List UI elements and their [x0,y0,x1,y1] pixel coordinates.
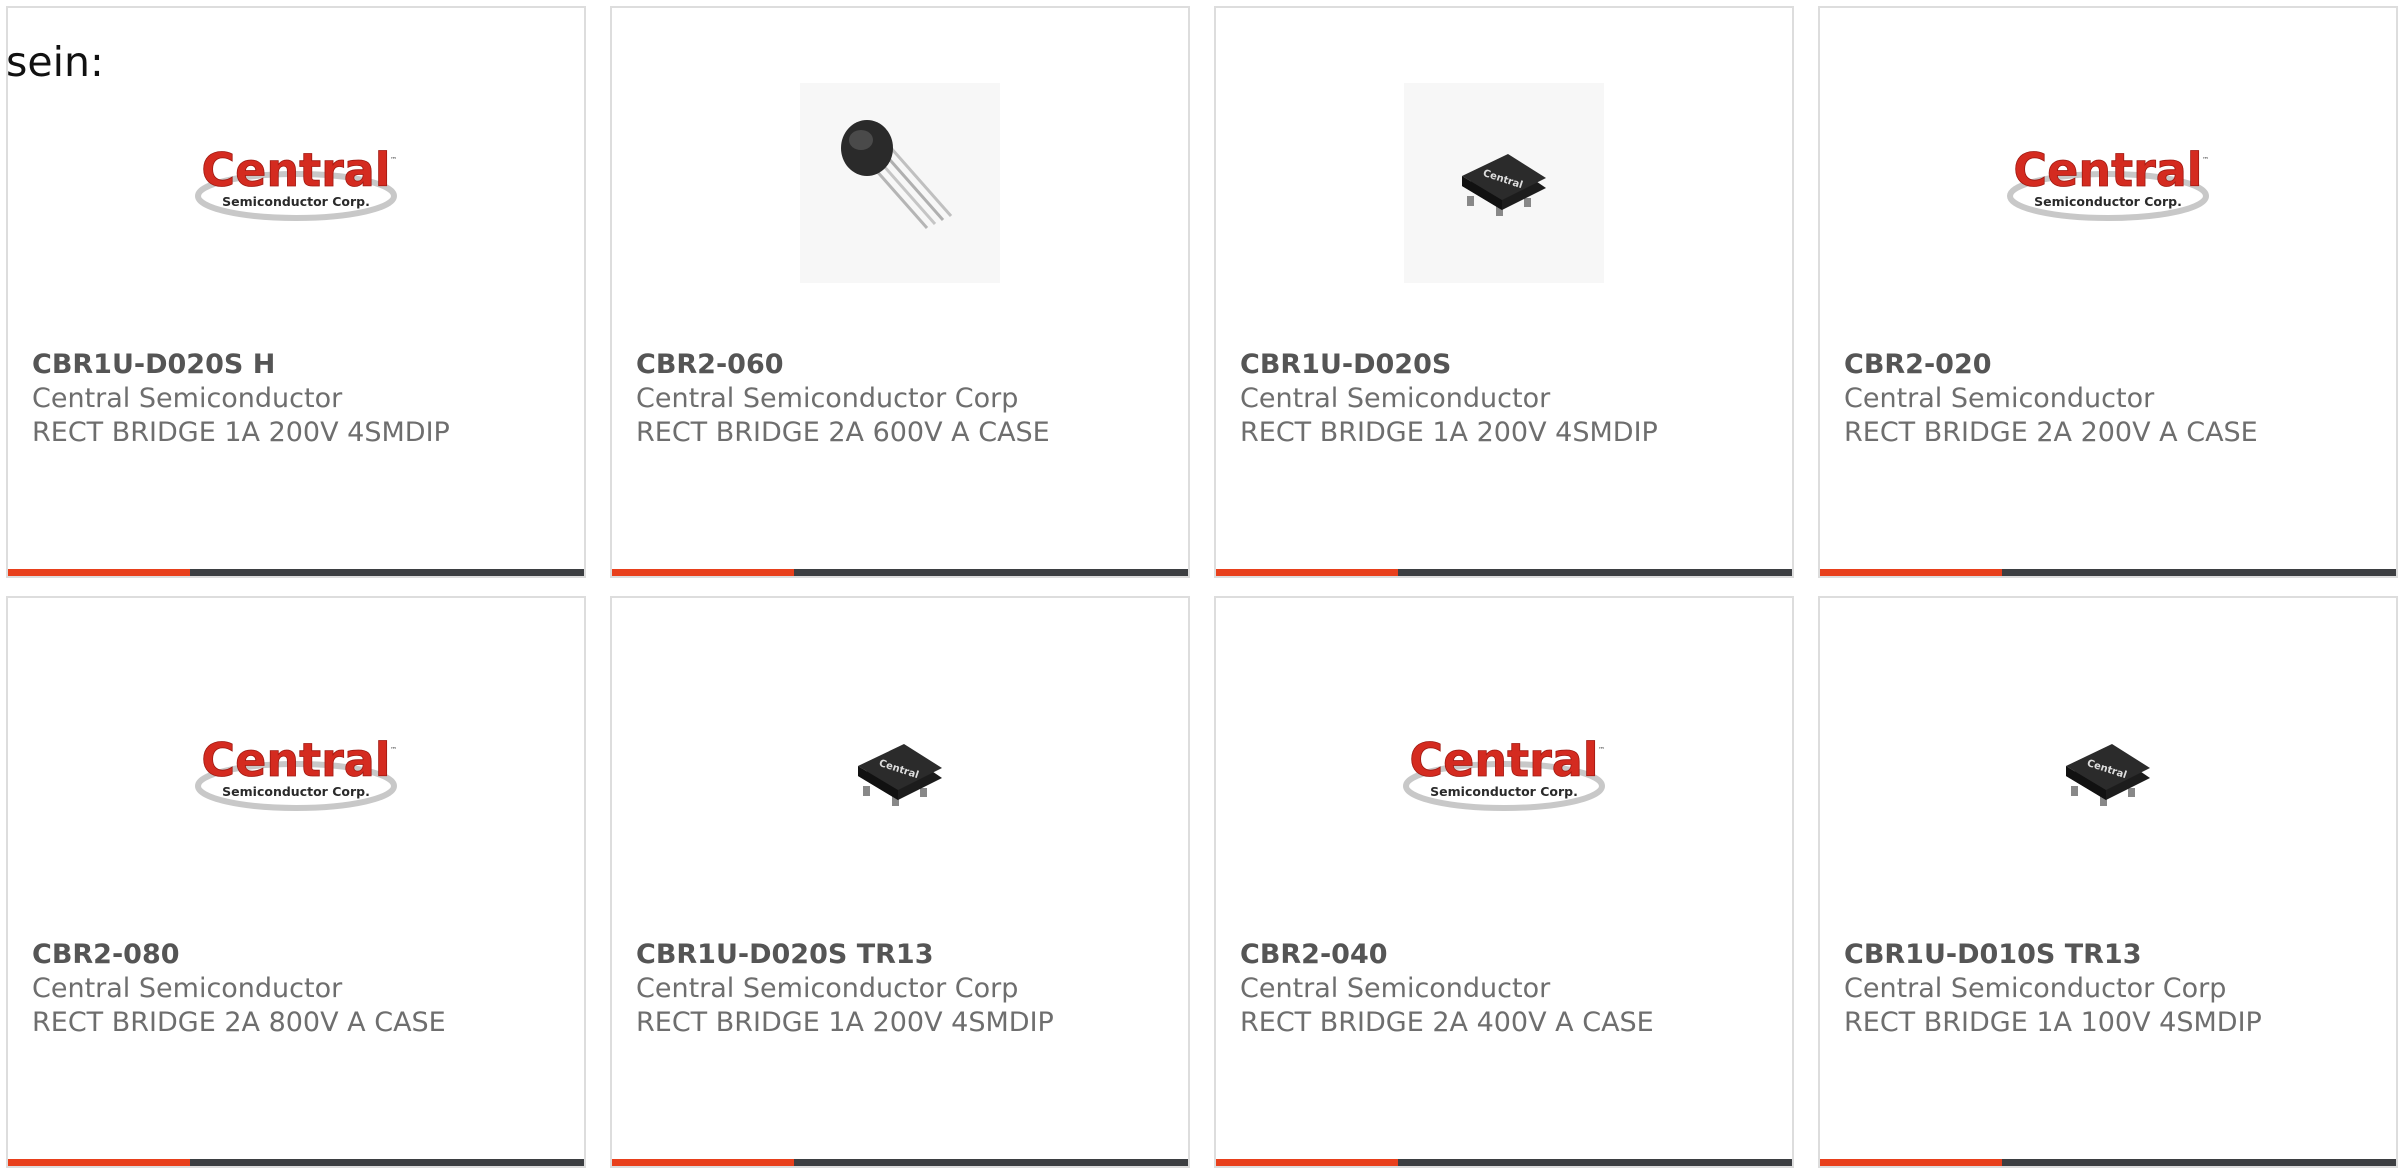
card-bottom-bar [1216,569,1792,576]
card-accent-bar [1820,1159,2002,1166]
product-card[interactable]: Central CBR1U-D020S Central Semiconducto… [1214,6,1794,578]
description: RECT BRIDGE 1A 200V 4SMDIP [636,1007,1054,1038]
manufacturer: Central Semiconductor [32,383,343,414]
svg-text:Central: Central [201,733,390,787]
svg-text:™: ™ [390,156,397,164]
card-accent-bar [1216,569,1398,576]
manufacturer: Central Semiconductor [1240,973,1551,1004]
round-case-component-icon [800,83,1000,283]
svg-text:™: ™ [1598,746,1605,754]
product-card[interactable]: Central Semiconductor Corp. ™ CBR2-040 C… [1214,596,1794,1168]
product-card[interactable]: Central CBR1U-D020S TR13 Central Semicon… [610,596,1190,1168]
manufacturer: Central Semiconductor Corp [636,383,1019,414]
part-number[interactable]: CBR1U-D010S TR13 [1844,938,2384,972]
product-image: Central [612,668,1188,878]
description: RECT BRIDGE 1A 100V 4SMDIP [1844,1007,2262,1038]
smd-component-icon: Central [858,744,942,806]
manufacturer: Central Semiconductor [32,973,343,1004]
svg-text:Central: Central [2013,143,2202,197]
product-card[interactable]: CBR2-060 Central Semiconductor Corp RECT… [610,6,1190,578]
part-number[interactable]: CBR2-080 [32,938,572,972]
card-bottom-bar [1820,1159,2396,1166]
card-bottom-bar [8,1159,584,1166]
svg-text:Semiconductor Corp.: Semiconductor Corp. [1430,784,1578,799]
description: RECT BRIDGE 2A 200V A CASE [1844,417,2258,448]
central-logo-icon: Central Semiconductor Corp. ™ [1403,733,1605,811]
product-grid: Central Semiconductor Corp. ™ CBR1U-D020… [6,6,2400,1168]
central-logo-icon: Central Semiconductor Corp. ™ [2007,143,2209,221]
product-image: Central Semiconductor Corp. ™ [1820,78,2396,288]
part-number[interactable]: CBR2-060 [636,348,1176,382]
svg-text:Central: Central [1409,733,1598,787]
card-accent-bar [8,1159,190,1166]
card-bottom-bar [612,1159,1188,1166]
svg-text:Semiconductor Corp.: Semiconductor Corp. [222,194,370,209]
description: RECT BRIDGE 2A 800V A CASE [32,1007,446,1038]
manufacturer: Central Semiconductor Corp [1844,973,2227,1004]
description: RECT BRIDGE 2A 600V A CASE [636,417,1050,448]
part-number[interactable]: CBR2-020 [1844,348,2384,382]
manufacturer: Central Semiconductor [1844,383,2155,414]
product-image: Central Semiconductor Corp. ™ [8,668,584,878]
card-bottom-bar [1216,1159,1792,1166]
card-bottom-bar [1820,569,2396,576]
smd-component-icon: Central [2066,744,2150,806]
card-accent-bar [612,1159,794,1166]
part-number[interactable]: CBR1U-D020S TR13 [636,938,1176,972]
part-number[interactable]: CBR2-040 [1240,938,1780,972]
product-card[interactable]: Central Semiconductor Corp. ™ CBR2-020 C… [1818,6,2398,578]
product-image: Central [1820,668,2396,878]
smd-component-icon: Central [1404,83,1604,283]
card-accent-bar [8,569,190,576]
product-card[interactable]: Central Semiconductor Corp. ™ CBR1U-D020… [6,6,586,578]
product-image: Central Semiconductor Corp. ™ [8,78,584,288]
product-card[interactable]: Central CBR1U-D010S TR13 Central Semicon… [1818,596,2398,1168]
description: RECT BRIDGE 1A 200V 4SMDIP [1240,417,1658,448]
card-accent-bar [1820,569,2002,576]
part-number[interactable]: CBR1U-D020S [1240,348,1780,382]
svg-text:Central: Central [201,143,390,197]
product-image [612,78,1188,288]
description: RECT BRIDGE 1A 200V 4SMDIP [32,417,450,448]
part-number[interactable]: CBR1U-D020S H [32,348,572,382]
card-accent-bar [612,569,794,576]
card-bottom-bar [612,569,1188,576]
manufacturer: Central Semiconductor Corp [636,973,1019,1004]
intro-text: sein: [6,38,104,86]
card-bottom-bar [8,569,584,576]
svg-text:Semiconductor Corp.: Semiconductor Corp. [222,784,370,799]
central-logo-icon: Central Semiconductor Corp. ™ [195,143,397,221]
product-image: Central [1216,78,1792,288]
product-image: Central Semiconductor Corp. ™ [1216,668,1792,878]
product-card[interactable]: Central Semiconductor Corp. ™ CBR2-080 C… [6,596,586,1168]
description: RECT BRIDGE 2A 400V A CASE [1240,1007,1654,1038]
manufacturer: Central Semiconductor [1240,383,1551,414]
svg-text:™: ™ [390,746,397,754]
svg-text:Semiconductor Corp.: Semiconductor Corp. [2034,194,2182,209]
card-accent-bar [1216,1159,1398,1166]
svg-text:™: ™ [2202,156,2209,164]
central-logo-icon: Central Semiconductor Corp. ™ [195,733,397,811]
